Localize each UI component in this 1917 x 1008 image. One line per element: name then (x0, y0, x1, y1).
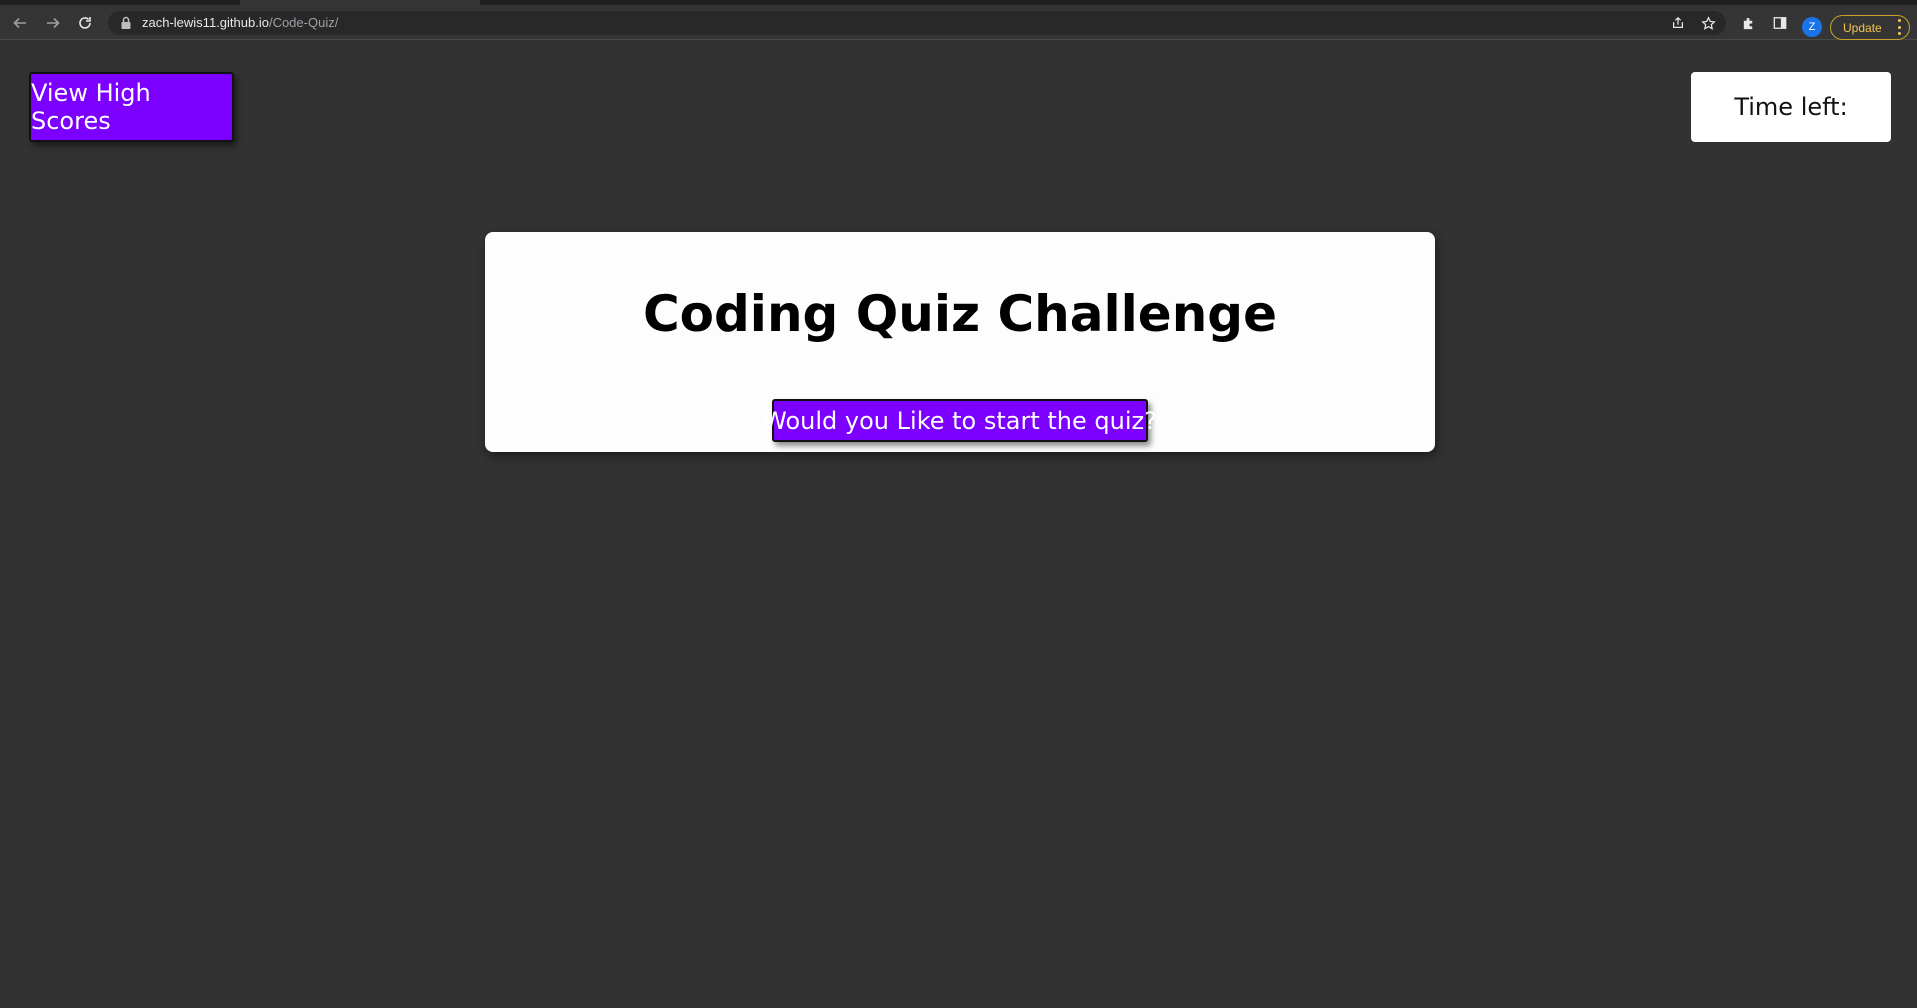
side-panel-icon[interactable] (1772, 15, 1788, 31)
back-icon[interactable] (8, 11, 32, 35)
url-text: zach-lewis11.github.io/Code-Quiz/ (142, 15, 338, 31)
lock-icon (121, 16, 131, 29)
update-button[interactable]: Update (1830, 15, 1910, 40)
start-quiz-button[interactable]: Would you Like to start the quiz? (763, 399, 1157, 442)
url-host: zach-lewis11.github.io (142, 15, 269, 30)
profile-avatar[interactable]: Z (1802, 17, 1822, 37)
forward-icon[interactable] (41, 11, 65, 35)
update-label: Update (1843, 20, 1882, 35)
share-icon[interactable] (1670, 15, 1686, 31)
view-high-scores-button[interactable]: View High Scores (29, 72, 234, 142)
extensions-icon[interactable] (1740, 15, 1756, 31)
url-path: /Code-Quiz/ (268, 15, 339, 30)
browser-toolbar: zach-lewis11.github.io/Code-Quiz/ Z Upda… (0, 5, 1917, 40)
star-icon[interactable] (1700, 15, 1716, 31)
reload-icon[interactable] (73, 11, 97, 35)
page-title: Coding Quiz Challenge (642, 285, 1278, 343)
timer-display: Time left: (1691, 72, 1891, 142)
quiz-intro-card: Coding Quiz Challenge Would you Like to … (485, 232, 1435, 452)
address-bar[interactable]: zach-lewis11.github.io/Code-Quiz/ (108, 11, 1726, 35)
kebab-menu-icon[interactable] (1897, 19, 1901, 35)
